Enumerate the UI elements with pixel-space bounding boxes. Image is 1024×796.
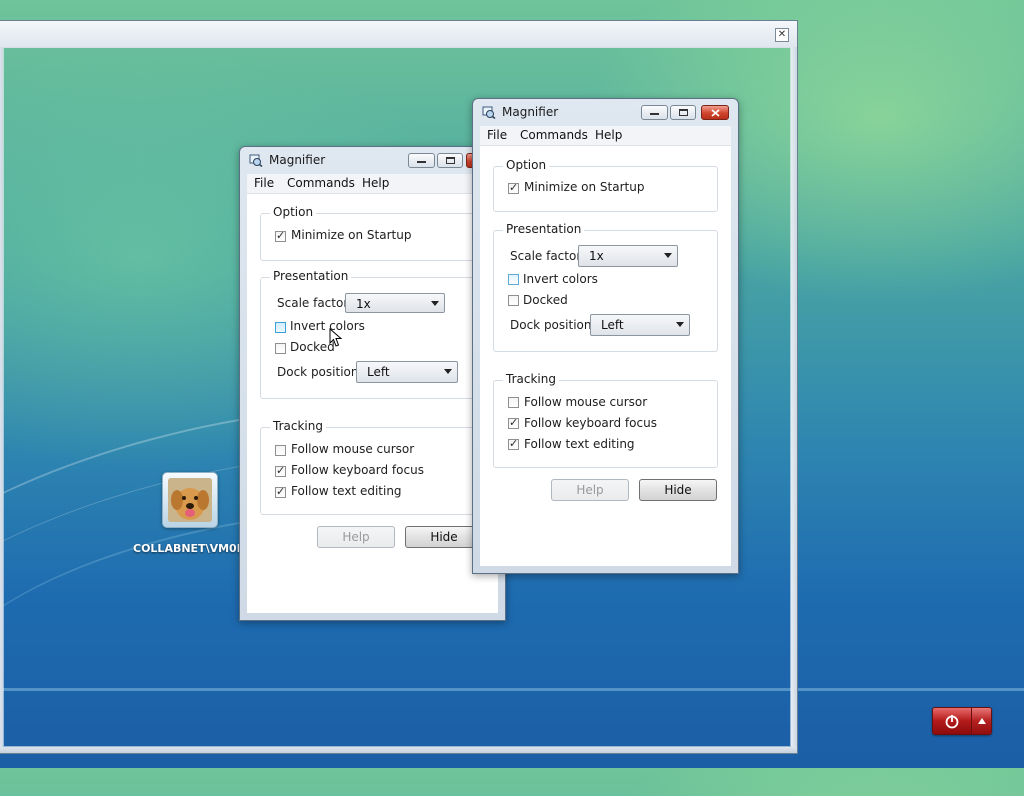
invert-colors-label[interactable]: Invert colors (523, 272, 598, 286)
invert-colors-label[interactable]: Invert colors (290, 319, 365, 333)
follow-keyboard-checkbox[interactable] (275, 464, 286, 477)
titlebar[interactable]: Magnifier (240, 147, 505, 173)
dock-position-value: Left (601, 318, 624, 332)
titlebar[interactable]: Magnifier (473, 99, 738, 125)
menu-commands[interactable]: Commands (287, 176, 355, 190)
dock-position-select[interactable]: Left (590, 314, 690, 336)
background-window-frame-right (791, 47, 797, 753)
window-title: Magnifier (502, 105, 559, 119)
docked-checkbox[interactable] (508, 295, 519, 306)
docked-checkbox[interactable] (275, 343, 286, 354)
magnifier-icon (482, 106, 496, 119)
dock-position-label: Dock position: (277, 365, 363, 379)
mouse-cursor-icon (329, 328, 343, 347)
follow-text-label[interactable]: Follow text editing (291, 484, 402, 498)
power-button[interactable] (933, 708, 971, 734)
minimize-icon (650, 113, 659, 115)
chevron-down-icon (431, 301, 439, 306)
scale-factor-value: 1x (356, 297, 371, 311)
hide-button[interactable]: Hide (639, 479, 717, 501)
chevron-down-icon (444, 369, 452, 374)
invert-colors-checkbox[interactable] (508, 274, 519, 285)
magnifier-icon (249, 154, 263, 167)
maximize-icon (679, 109, 688, 116)
client-area: Option Minimize on Startup Presentation … (480, 146, 731, 566)
menu-help[interactable]: Help (362, 176, 389, 190)
follow-keyboard-label[interactable]: Follow keyboard focus (291, 463, 424, 477)
close-button[interactable] (701, 105, 729, 120)
follow-text-checkbox[interactable] (275, 485, 286, 498)
magnifier-window-back[interactable]: Magnifier File Commands Help Option Mini… (239, 146, 506, 621)
background-window-frame-bottom (0, 747, 797, 753)
scale-factor-select[interactable]: 1x (345, 293, 445, 313)
follow-mouse-label[interactable]: Follow mouse cursor (291, 442, 414, 456)
presentation-group-label: Presentation (503, 222, 585, 236)
docked-label[interactable]: Docked (290, 340, 335, 354)
user-tile[interactable] (162, 472, 218, 528)
scale-factor-label: Scale factor: (277, 296, 353, 310)
follow-text-checkbox[interactable] (508, 437, 519, 450)
follow-mouse-label[interactable]: Follow mouse cursor (524, 395, 647, 409)
dock-position-select[interactable]: Left (356, 361, 458, 383)
help-button[interactable]: Help (317, 526, 395, 548)
minimize-on-startup-label[interactable]: Minimize on Startup (524, 180, 644, 194)
scale-factor-label: Scale factor: (510, 249, 586, 263)
scale-factor-select[interactable]: 1x (578, 245, 678, 267)
minimize-on-startup-label[interactable]: Minimize on Startup (291, 228, 411, 242)
chevron-down-icon (676, 322, 684, 327)
tracking-group-label: Tracking (503, 372, 559, 386)
menu-bar: File Commands Help (480, 126, 731, 146)
menu-help[interactable]: Help (595, 128, 622, 142)
option-group-label: Option (270, 205, 317, 219)
minimize-button[interactable] (641, 105, 668, 120)
follow-keyboard-checkbox[interactable] (508, 416, 519, 429)
chevron-down-icon (664, 253, 672, 258)
dock-position-value: Left (367, 365, 390, 379)
maximize-icon (446, 157, 455, 164)
close-icon (711, 109, 720, 117)
maximize-button[interactable] (437, 153, 463, 168)
menu-file[interactable]: File (487, 128, 507, 142)
follow-mouse-checkbox[interactable] (508, 397, 519, 408)
minimize-on-startup-checkbox[interactable] (275, 229, 286, 242)
menu-file[interactable]: File (254, 176, 274, 190)
arrow-up-icon (978, 718, 986, 724)
dock-position-label: Dock position: (510, 318, 596, 332)
power-button-group[interactable] (932, 707, 992, 735)
follow-text-label[interactable]: Follow text editing (524, 437, 635, 451)
docked-label[interactable]: Docked (523, 293, 568, 307)
presentation-group-label: Presentation (270, 269, 352, 283)
window-title: Magnifier (269, 153, 326, 167)
scale-factor-value: 1x (589, 249, 604, 263)
minimize-on-startup-checkbox[interactable] (508, 181, 519, 194)
user-name[interactable]: COLLABNET\VM0b0 (133, 542, 240, 555)
option-group-label: Option (503, 158, 550, 172)
help-button[interactable]: Help (551, 479, 629, 501)
power-icon (945, 715, 959, 729)
follow-mouse-checkbox[interactable] (275, 445, 286, 456)
menu-bar: File Commands Help (247, 174, 498, 194)
follow-keyboard-label[interactable]: Follow keyboard focus (524, 416, 657, 430)
maximize-button[interactable] (670, 105, 696, 120)
user-avatar-icon (168, 478, 212, 522)
tracking-group-label: Tracking (270, 419, 326, 433)
minimize-icon (417, 161, 426, 163)
invert-colors-checkbox[interactable] (275, 322, 286, 333)
magnifier-window-front[interactable]: Magnifier File Commands Help Option Mini… (472, 98, 739, 574)
minimize-button[interactable] (408, 153, 435, 168)
client-area: Option Minimize on Startup Presentation … (247, 194, 500, 613)
menu-commands[interactable]: Commands (520, 128, 588, 142)
background-window-close-button[interactable]: ✕ (775, 28, 789, 42)
background-window-titlebar: ✕ (0, 21, 797, 48)
power-options-button[interactable] (971, 708, 991, 734)
